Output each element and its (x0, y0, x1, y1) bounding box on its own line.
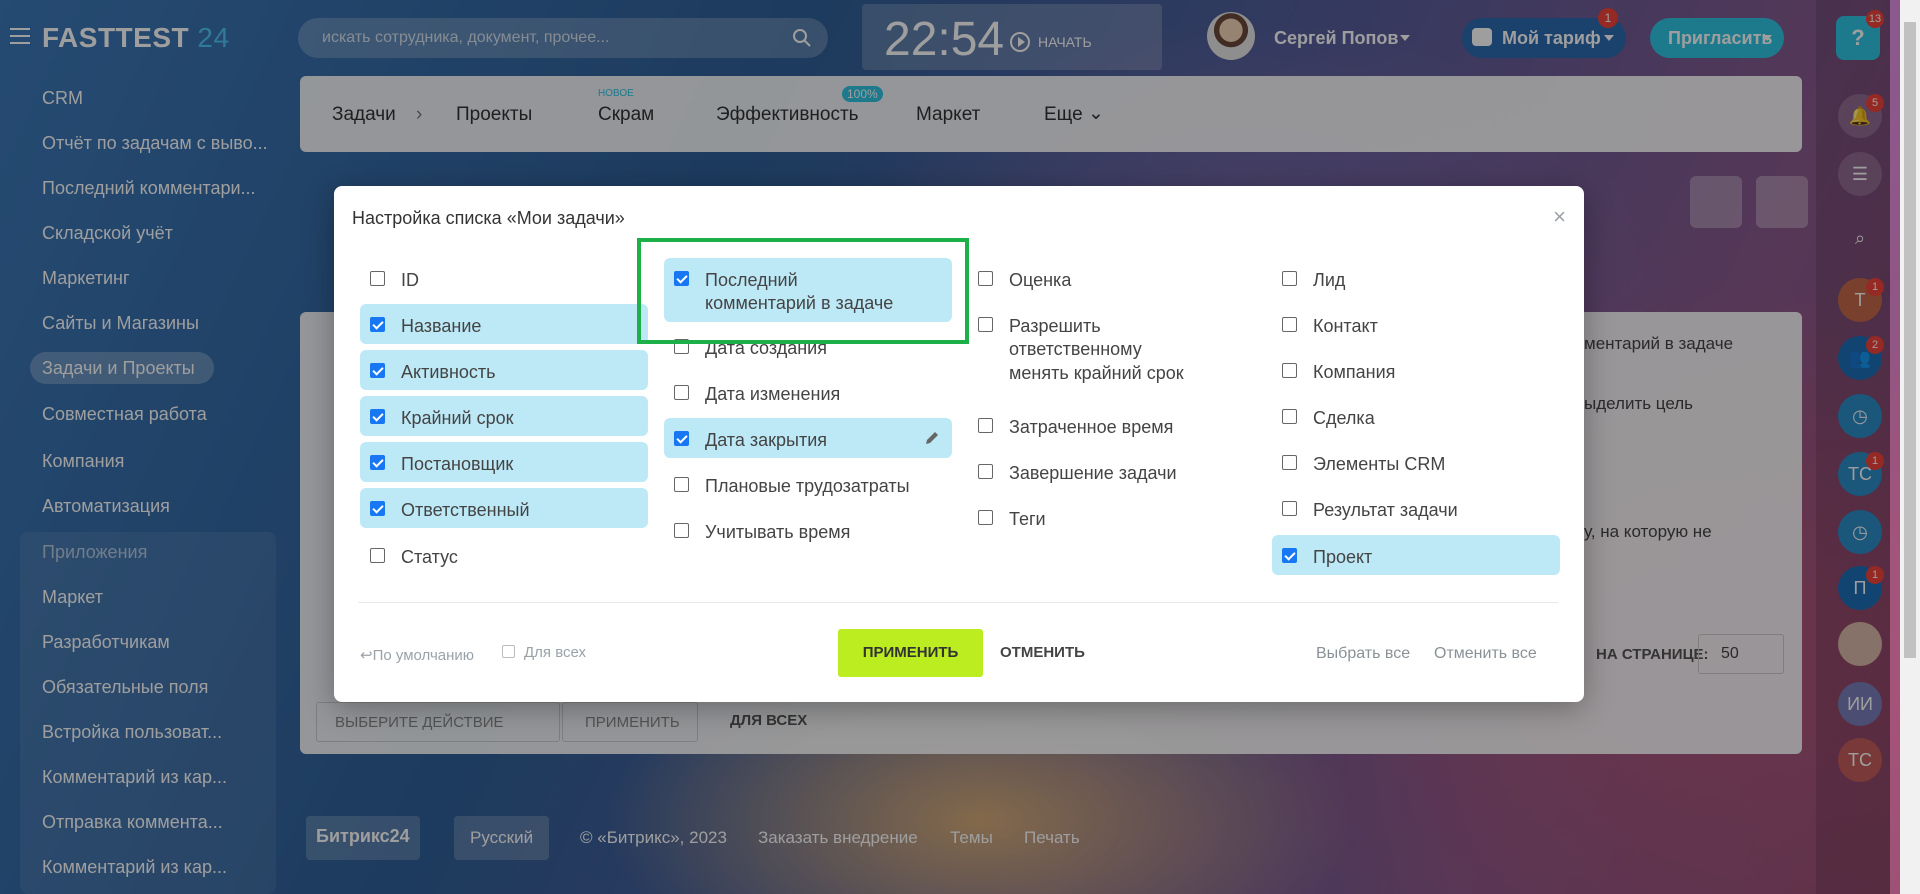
option-label: Дата изменения (705, 384, 841, 404)
close-icon[interactable]: × (1553, 206, 1566, 228)
option-task-result[interactable]: Результат задачи (1272, 488, 1560, 528)
option-label: Лид (1313, 270, 1346, 290)
checkbox[interactable] (370, 455, 385, 470)
page-scrollbar[interactable] (1900, 0, 1920, 894)
checkbox[interactable] (370, 501, 385, 516)
checkbox[interactable] (1282, 455, 1297, 470)
option-lead[interactable]: Лид (1272, 258, 1560, 298)
checkbox[interactable] (978, 510, 993, 525)
option-changed-date[interactable]: Дата изменения (664, 372, 952, 412)
option-label: Учитывать время (705, 522, 851, 542)
checkbox[interactable] (978, 418, 993, 433)
option-planned-effort[interactable]: Плановые трудозатраты (664, 464, 952, 504)
option-responsible[interactable]: Ответственный (360, 488, 648, 528)
option-label: Завершение задачи (1009, 463, 1177, 483)
option-rating[interactable]: Оценка (968, 258, 1256, 298)
checkbox[interactable] (978, 317, 993, 332)
option-label: Активность (401, 362, 496, 382)
cancel-button[interactable]: ОТМЕНИТЬ (1000, 644, 1085, 661)
option-label: Статус (401, 547, 458, 567)
deselect-all-link[interactable]: Отменить все (1434, 645, 1537, 663)
option-track-time[interactable]: Учитывать время (664, 510, 952, 550)
option-name[interactable]: Название (360, 304, 648, 344)
option-label: Затраченное время (1009, 417, 1174, 437)
option-id[interactable]: ID (360, 258, 648, 298)
option-project[interactable]: Проект (1272, 535, 1560, 575)
column-settings-dialog: Настройка списка «Мои задачи» × ID Назва… (334, 186, 1584, 702)
option-creator[interactable]: Постановщик (360, 442, 648, 482)
checkbox[interactable] (1282, 548, 1297, 563)
option-label: Результат задачи (1313, 500, 1458, 520)
apply-button[interactable]: ПРИМЕНИТЬ (838, 629, 983, 677)
checkbox[interactable] (370, 409, 385, 424)
option-company[interactable]: Компания (1272, 350, 1560, 390)
checkbox[interactable] (674, 431, 689, 446)
option-allow-change-deadline[interactable]: Разрешить ответственному менять крайний … (968, 304, 1208, 384)
checkbox[interactable] (370, 271, 385, 286)
select-all-link[interactable]: Выбрать все (1316, 645, 1410, 663)
option-activity[interactable]: Активность (360, 350, 648, 390)
option-time-spent[interactable]: Затраченное время (968, 405, 1256, 445)
option-closed-date[interactable]: Дата закрытия (664, 418, 952, 458)
checkbox[interactable] (674, 523, 689, 538)
option-label: Элементы CRM (1313, 454, 1446, 474)
option-label: Плановые трудозатраты (705, 476, 910, 496)
option-tags[interactable]: Теги (968, 497, 1256, 537)
reset-default-link[interactable]: ↩По умолчанию (360, 646, 474, 664)
checkbox[interactable] (674, 477, 689, 492)
checkbox[interactable] (370, 363, 385, 378)
checkbox[interactable] (1282, 317, 1297, 332)
option-deal[interactable]: Сделка (1272, 396, 1560, 436)
option-label: Оценка (1009, 270, 1072, 290)
checkbox[interactable] (1282, 363, 1297, 378)
option-label: Крайний срок (401, 408, 514, 428)
checkbox[interactable] (1282, 271, 1297, 286)
checkbox[interactable] (1282, 409, 1297, 424)
pencil-icon[interactable] (924, 430, 940, 446)
option-status[interactable]: Статус (360, 535, 648, 575)
checkbox[interactable] (370, 548, 385, 563)
checkbox[interactable] (978, 271, 993, 286)
option-label: Проект (1313, 547, 1373, 567)
option-label: Дата закрытия (705, 430, 827, 450)
option-deadline[interactable]: Крайний срок (360, 396, 648, 436)
reset-default-label: По умолчанию (372, 647, 475, 664)
option-crm-elements[interactable]: Элементы CRM (1272, 442, 1560, 482)
option-contact[interactable]: Контакт (1272, 304, 1560, 344)
option-label: Сделка (1313, 408, 1375, 428)
checkbox[interactable] (370, 317, 385, 332)
highlight-frame (637, 238, 969, 344)
option-label: Теги (1009, 509, 1046, 529)
option-label: Контакт (1313, 316, 1378, 336)
option-label: Компания (1313, 362, 1396, 382)
scroll-thumb[interactable] (1904, 22, 1916, 658)
option-label: ID (401, 270, 419, 290)
checkbox[interactable] (978, 464, 993, 479)
dialog-title: Настройка списка «Мои задачи» (352, 208, 625, 228)
option-label: Разрешить ответственному менять крайний … (1009, 316, 1184, 383)
checkbox[interactable] (1282, 501, 1297, 516)
option-label: Ответственный (401, 500, 530, 520)
divider (358, 602, 1558, 603)
for-all-checkbox[interactable] (502, 645, 515, 658)
checkbox[interactable] (674, 385, 689, 400)
option-completion[interactable]: Завершение задачи (968, 451, 1256, 491)
option-label: Постановщик (401, 454, 514, 474)
for-all-label[interactable]: Для всех (524, 644, 586, 661)
option-label: Название (401, 316, 482, 336)
